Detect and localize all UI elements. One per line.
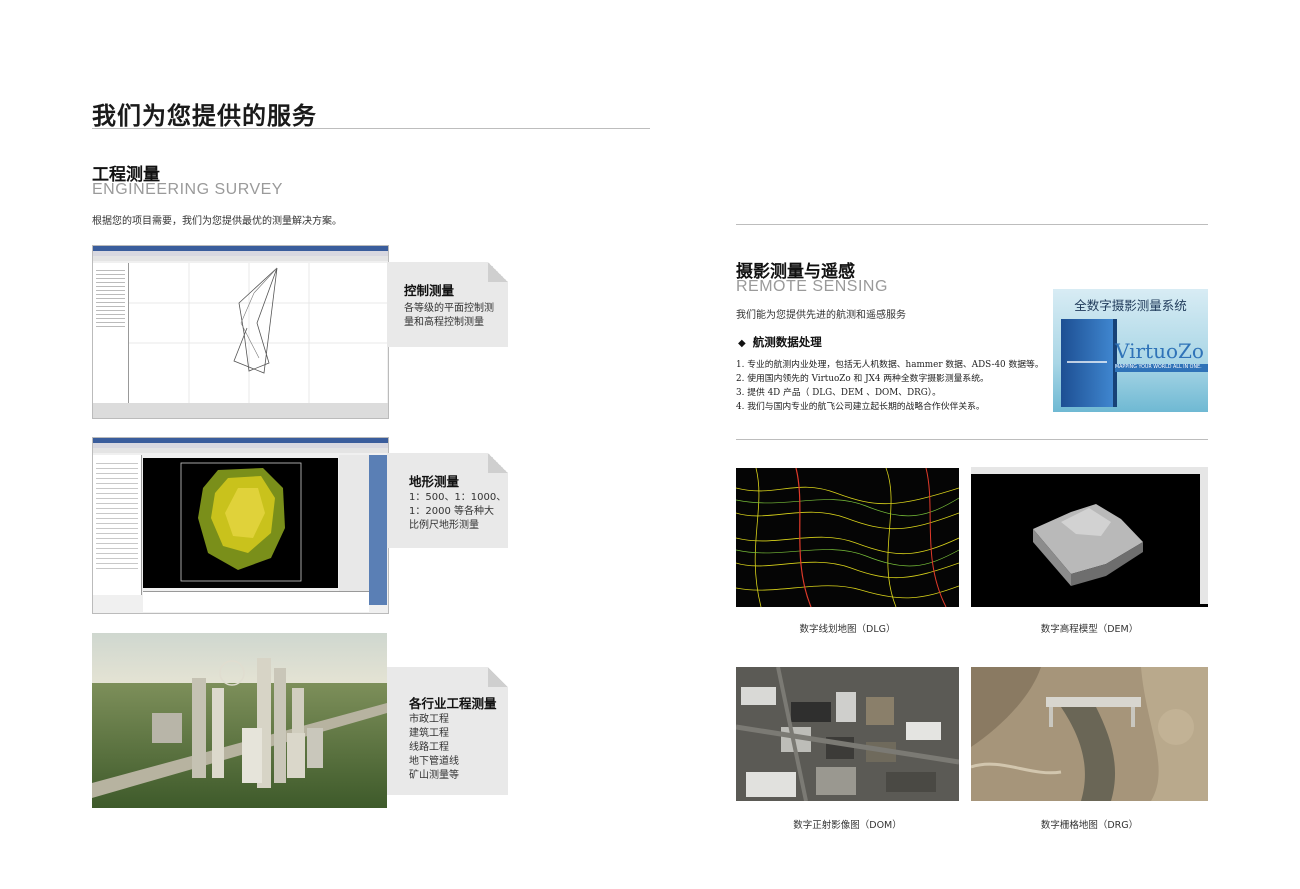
card-title: 地形测量 xyxy=(409,474,460,489)
subhead-text: 航测数据处理 xyxy=(752,335,822,349)
product-logo: VirtuoZo xyxy=(1115,339,1204,363)
caption-dem: 数字高程模型（DEM） xyxy=(1040,624,1139,635)
product-tagline: MAPPING YOUR WORLD ALL IN ONE. xyxy=(1115,364,1208,372)
remote-intro: 我们能为您提供先进的航测和遥感服务 xyxy=(736,310,906,321)
virtuozo-product-image: 全数字摄影测量系统 VirtuoZo MAPPING YOUR WORLD AL… xyxy=(1053,289,1208,412)
card-industry-survey: 各行业工程测量 市政工程 建筑工程 线路工程 地下管道线 矿山测量等 xyxy=(387,667,508,795)
topographic-map-plot xyxy=(143,458,338,588)
page-title: 我们为您提供的服务 xyxy=(92,101,317,130)
remote-title-en: REMOTE SENSING xyxy=(736,278,888,295)
dem-model-image xyxy=(971,467,1208,607)
dlg-map-image xyxy=(736,468,959,607)
product-banner: 全数字摄影测量系统 xyxy=(1074,298,1187,313)
card-line: 比例尺地形测量 xyxy=(409,520,479,531)
product-box xyxy=(1061,319,1113,407)
card-topographic-survey: 地形测量 1：500、1：1000、 1：2000 等各种大 比例尺地形测量 xyxy=(387,453,508,548)
aerial-processing-list: 1. 专业的航测内业处理，包括无人机数据、hammer 数据、ADS-40 数据… xyxy=(736,358,1044,414)
tree-panel xyxy=(93,263,129,403)
remote-top-divider xyxy=(736,224,1208,225)
topographic-survey-screenshot xyxy=(92,437,389,614)
aerial-processing-subhead: ◆ 航测数据处理 xyxy=(738,334,822,350)
card-line: 1：2000 等各种大 xyxy=(409,506,494,517)
control-survey-screenshot xyxy=(92,245,389,419)
card-title: 各行业工程测量 xyxy=(409,696,497,711)
caption-drg: 数字栅格地图（DRG） xyxy=(1040,820,1139,831)
card-line: 市政工程 xyxy=(409,714,449,725)
engineering-title-en: ENGINEERING SURVEY xyxy=(92,181,283,198)
diamond-bullet-icon: ◆ xyxy=(738,338,746,349)
drg-map-image xyxy=(971,667,1208,801)
card-line: 建筑工程 xyxy=(409,728,449,739)
card-title: 控制测量 xyxy=(404,283,455,298)
caption-dom: 数字正射影像图（DOM） xyxy=(793,820,902,831)
card-line: 各等级的平面控制测 xyxy=(404,303,494,314)
card-line: 量和高程控制测量 xyxy=(404,317,484,328)
control-network-plot xyxy=(129,263,387,403)
list-item: 4. 我们与国内专业的航飞公司建立起长期的战略合作伙伴关系。 xyxy=(736,402,985,412)
list-item: 2. 使用国内领先的 VirtuoZo 和 JX4 两种全数字摄影测量系统。 xyxy=(736,374,989,384)
card-fold xyxy=(488,453,508,473)
engineering-intro: 根据您的项目需要，我们为您提供最优的测量解决方案。 xyxy=(92,216,342,227)
card-fold xyxy=(488,262,508,282)
card-control-survey: 控制测量 各等级的平面控制测 量和高程控制测量 xyxy=(387,262,508,347)
city-aerial-rendering xyxy=(92,633,387,808)
title-divider xyxy=(92,128,650,129)
list-item: 3. 提供 4D 产品（ DLG、DEM 、DOM、DRG）。 xyxy=(736,388,941,398)
layer-panel xyxy=(93,455,142,595)
card-line: 1：500、1：1000、 xyxy=(409,492,507,503)
card-fold xyxy=(488,667,508,687)
card-line: 地下管道线 xyxy=(409,756,459,767)
remote-mid-divider xyxy=(736,439,1208,440)
card-line: 线路工程 xyxy=(409,742,449,753)
dom-orthophoto-image xyxy=(736,667,959,801)
caption-dlg: 数字线划地图（DLG） xyxy=(799,624,896,635)
list-item: 1. 专业的航测内业处理，包括无人机数据、hammer 数据、ADS-40 数据… xyxy=(736,360,1044,370)
card-line: 矿山测量等 xyxy=(409,770,459,781)
